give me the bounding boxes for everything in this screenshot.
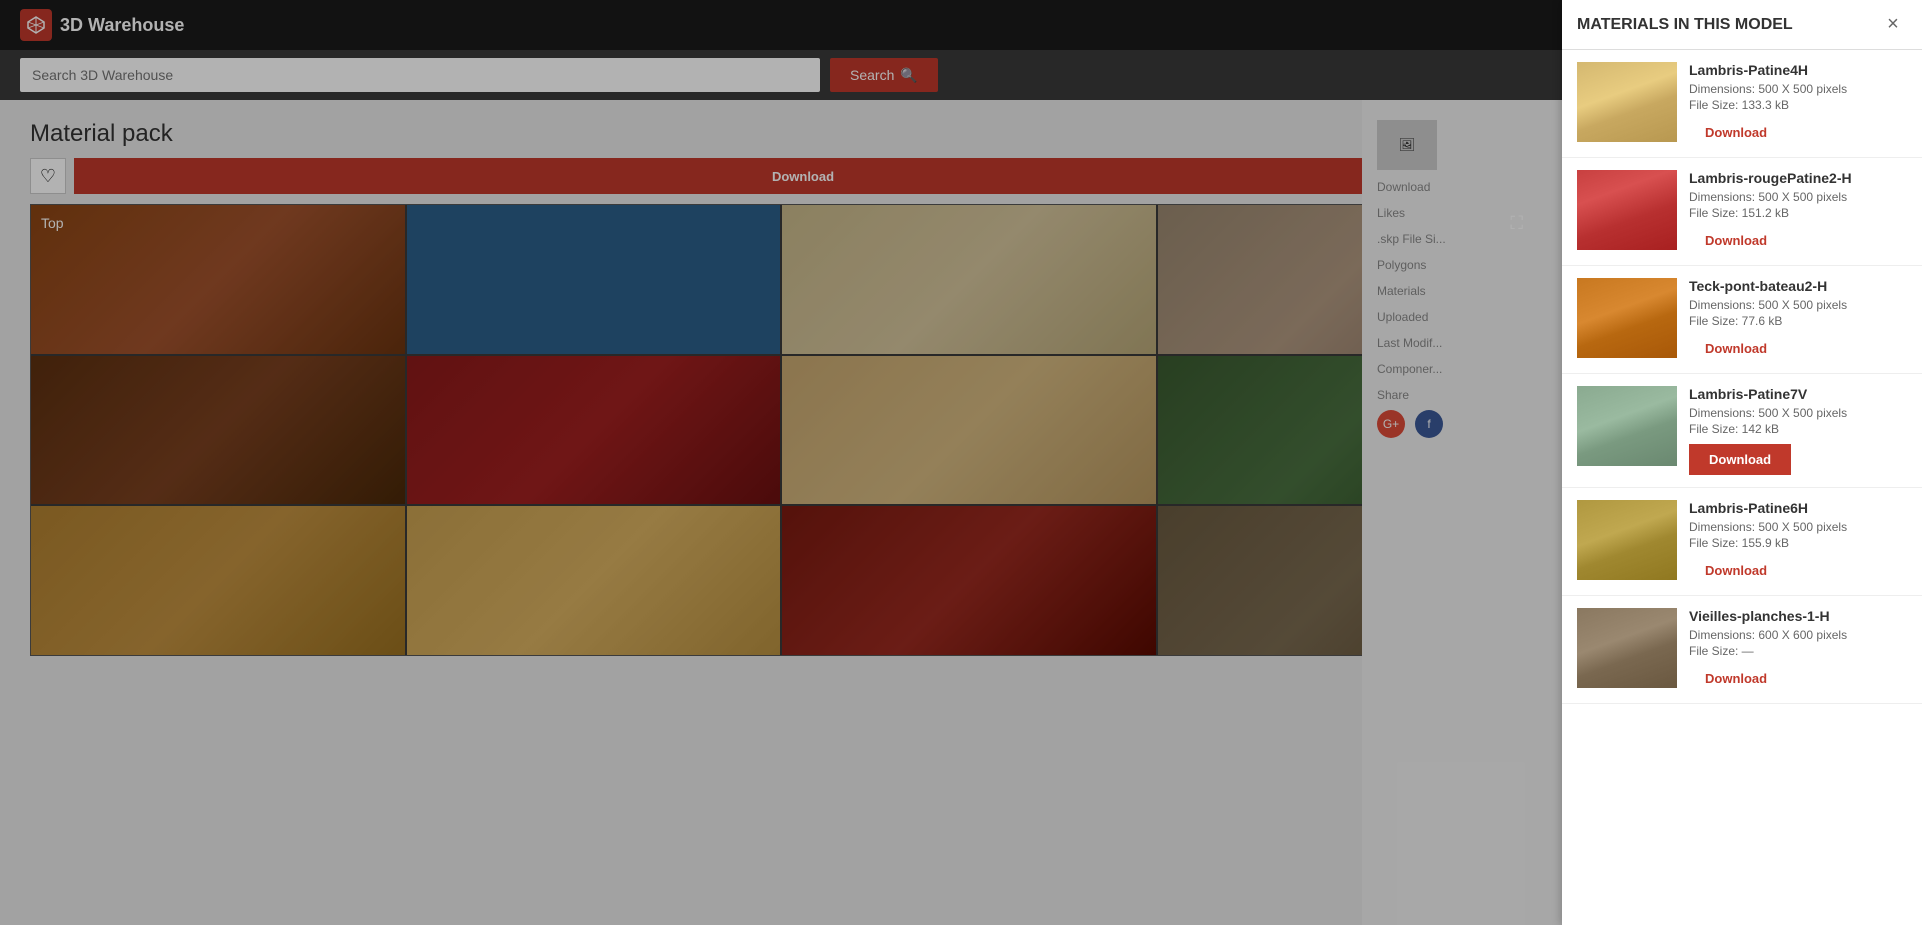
material-download-btn-4[interactable]: Download xyxy=(1689,558,1783,583)
material-dims-2: Dimensions: 500 X 500 pixels xyxy=(1689,298,1907,312)
material-size-3: File Size: 142 kB xyxy=(1689,422,1907,436)
materials-header: MATERIALS IN THIS MODEL × xyxy=(1562,0,1922,50)
material-download-btn-5[interactable]: Download xyxy=(1689,666,1783,691)
close-button[interactable]: × xyxy=(1879,11,1907,39)
material-dims-5: Dimensions: 600 X 600 pixels xyxy=(1689,628,1907,642)
material-thumb-3 xyxy=(1577,386,1677,466)
materials-list: Lambris-Patine4H Dimensions: 500 X 500 pi… xyxy=(1562,50,1922,925)
material-name-4: Lambris-Patine6H xyxy=(1689,500,1907,516)
material-item-4: Lambris-Patine6H Dimensions: 500 X 500 pi… xyxy=(1562,488,1922,596)
material-dims-0: Dimensions: 500 X 500 pixels xyxy=(1689,82,1907,96)
material-name-1: Lambris-rougePatine2-H xyxy=(1689,170,1907,186)
material-size-5: File Size: — xyxy=(1689,644,1907,658)
material-item-0: Lambris-Patine4H Dimensions: 500 X 500 pi… xyxy=(1562,50,1922,158)
material-item-2: Teck-pont-bateau2-H Dimensions: 500 X 500… xyxy=(1562,266,1922,374)
material-name-5: Vieilles-planches-1-H xyxy=(1689,608,1907,624)
material-name-0: Lambris-Patine4H xyxy=(1689,62,1907,78)
material-dims-3: Dimensions: 500 X 500 pixels xyxy=(1689,406,1907,420)
materials-panel: MATERIALS IN THIS MODEL × Lambris-Patine… xyxy=(1562,0,1922,925)
material-download-btn-2[interactable]: Download xyxy=(1689,336,1783,361)
material-item-1: Lambris-rougePatine2-H Dimensions: 500 X … xyxy=(1562,158,1922,266)
material-name-2: Teck-pont-bateau2-H xyxy=(1689,278,1907,294)
material-thumb-5 xyxy=(1577,608,1677,688)
material-thumb-0 xyxy=(1577,62,1677,142)
material-dims-1: Dimensions: 500 X 500 pixels xyxy=(1689,190,1907,204)
material-size-2: File Size: 77.6 kB xyxy=(1689,314,1907,328)
material-size-1: File Size: 151.2 kB xyxy=(1689,206,1907,220)
material-size-0: File Size: 133.3 kB xyxy=(1689,98,1907,112)
material-size-4: File Size: 155.9 kB xyxy=(1689,536,1907,550)
materials-title: MATERIALS IN THIS MODEL xyxy=(1577,16,1879,34)
material-thumb-2 xyxy=(1577,278,1677,358)
overlay xyxy=(0,0,1562,925)
material-download-btn-0[interactable]: Download xyxy=(1689,120,1783,145)
material-thumb-4 xyxy=(1577,500,1677,580)
material-thumb-1 xyxy=(1577,170,1677,250)
material-name-3: Lambris-Patine7V xyxy=(1689,386,1907,402)
material-item-5: Vieilles-planches-1-H Dimensions: 600 X 6… xyxy=(1562,596,1922,704)
material-item-3: Lambris-Patine7V Dimensions: 500 X 500 pi… xyxy=(1562,374,1922,488)
material-download-btn-1[interactable]: Download xyxy=(1689,228,1783,253)
material-dims-4: Dimensions: 500 X 500 pixels xyxy=(1689,520,1907,534)
material-download-btn-3[interactable]: Download xyxy=(1689,444,1791,475)
